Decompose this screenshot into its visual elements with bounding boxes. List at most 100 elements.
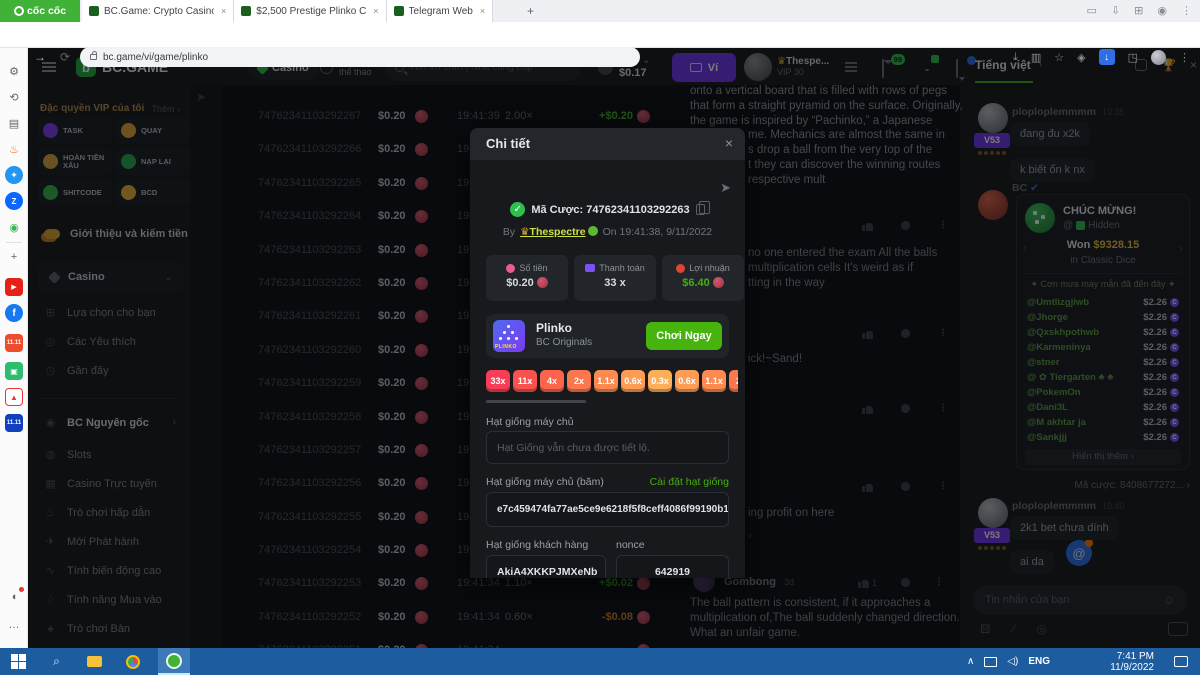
- new-tab-button[interactable]: +: [527, 4, 534, 18]
- menu-icon[interactable]: ⋮: [1181, 4, 1192, 17]
- bookmark-star-icon[interactable]: ☆: [1054, 51, 1064, 64]
- payout-label: Thanh toán: [599, 263, 645, 273]
- shopee-icon[interactable]: 11.11: [5, 334, 23, 352]
- volume-icon[interactable]: ◁): [1007, 656, 1018, 667]
- browser-tabbar: cốc cốc BC.Game: Crypto Casino Gan × $2,…: [0, 0, 1200, 22]
- multiplier-chip: 0.3x: [648, 370, 672, 392]
- rail-more-icon[interactable]: …: [5, 616, 23, 634]
- trx-coin-icon: [713, 277, 724, 288]
- multiplier-chip: 33x: [486, 370, 510, 392]
- nonce-label: nonce: [616, 539, 645, 551]
- profit-label: Lợi nhuận: [689, 263, 729, 273]
- amount-icon: [506, 264, 515, 273]
- nonce-field[interactable]: 642919: [616, 555, 729, 578]
- history-icon[interactable]: ⟲: [5, 88, 23, 106]
- stat-card-profit: Lợi nhuận $6.40: [662, 255, 744, 301]
- plinko-game-icon[interactable]: PLINKO: [493, 320, 525, 352]
- profit-value: $6.40: [682, 277, 710, 289]
- tab-close-icon[interactable]: ×: [221, 6, 226, 16]
- profile-icon[interactable]: ◉: [1157, 4, 1167, 17]
- bet-id-label: Mã Cược:: [531, 204, 583, 216]
- shield-icon[interactable]: ◈: [1077, 51, 1085, 64]
- strip-scrollbar[interactable]: [486, 400, 586, 403]
- file-explorer-icon[interactable]: [86, 653, 103, 670]
- trx-coin-icon: [537, 277, 548, 288]
- reading-list-icon[interactable]: ▤: [5, 114, 23, 132]
- seed-settings-link[interactable]: Cài đặt hạt giống: [650, 476, 729, 488]
- sale-1111-icon[interactable]: 11.11: [5, 414, 23, 432]
- tray-date: 11/9/2022: [1110, 662, 1154, 673]
- input-language[interactable]: ENG: [1028, 656, 1050, 667]
- modal-header: Chi tiết ×: [470, 128, 745, 160]
- network-icon[interactable]: [984, 657, 997, 667]
- notifications-bell-icon[interactable]: ◖: [5, 588, 23, 606]
- downloader-icon[interactable]: ↓: [1099, 49, 1115, 65]
- tab-close-icon[interactable]: ×: [480, 6, 485, 16]
- addressbar-icons: ⤓ ▥ ☆ ◈ ↓ ◳ ⋮: [1013, 49, 1190, 65]
- screen: cốc cốc BC.Game: Crypto Casino Gan × $2,…: [0, 0, 1200, 675]
- save-icon[interactable]: ⤓: [1013, 51, 1018, 64]
- download-icon[interactable]: ⇩: [1111, 4, 1120, 17]
- add-shortcut-icon[interactable]: +: [5, 248, 23, 266]
- client-seed-label: Hạt giống khách hàng: [486, 539, 588, 551]
- browser-tab[interactable]: $2,500 Prestige Plinko Challe ×: [234, 0, 386, 22]
- messenger-icon[interactable]: ✦: [5, 166, 23, 184]
- hat-app-icon[interactable]: ▲: [5, 388, 23, 406]
- share-icon[interactable]: ➤: [720, 180, 731, 196]
- server-seed-hash-label: Hạt giống máy chủ (băm): [486, 476, 604, 488]
- coccoc-brand-logo[interactable]: cốc cốc: [0, 0, 80, 22]
- tab-favicon: [89, 6, 99, 16]
- reload-icon[interactable]: ⟳: [60, 50, 70, 64]
- payout-icon: [585, 264, 595, 272]
- brand-label: cốc cốc: [27, 5, 66, 17]
- game-name: Plinko: [536, 321, 572, 335]
- panel-icon[interactable]: ▭: [1087, 4, 1097, 17]
- server-seed-hash-field[interactable]: e7c459474fa77ae5ce9e6218f5f8ceff4086f991…: [486, 492, 729, 527]
- modal-title: Chi tiết: [486, 136, 530, 151]
- taskbar-search-icon[interactable]: ⌕: [48, 653, 65, 670]
- clock[interactable]: 7:41 PM 11/9/2022: [1110, 648, 1154, 675]
- server-seed-field[interactable]: Hạt Giống vẫn chưa được tiết lộ.: [486, 431, 729, 464]
- bet-author-row: By ♛Thespectre On 19:41:38, 9/11/2022: [470, 226, 745, 238]
- browser-tab[interactable]: Telegram Web ×: [387, 0, 494, 22]
- extensions-icon[interactable]: ◳: [1128, 51, 1138, 64]
- tab-close-icon[interactable]: ×: [373, 6, 378, 16]
- forward-icon[interactable]: →: [34, 50, 46, 64]
- hot-trend-icon[interactable]: ♨: [5, 140, 23, 158]
- reader-icon[interactable]: ▥: [1031, 51, 1041, 64]
- browser-profile-avatar[interactable]: [1151, 50, 1166, 65]
- browser-tab[interactable]: BC.Game: Crypto Casino Gan ×: [82, 0, 234, 22]
- action-center-icon[interactable]: [1174, 648, 1188, 675]
- multiplier-strip[interactable]: 33x 11x 4x 2x 1.1x 0.6x 0.3x 0.6x 1.1x 2…: [486, 370, 738, 392]
- tray-chevron-icon[interactable]: ∧: [967, 656, 974, 667]
- browser-menu-icon[interactable]: ⋮: [1179, 51, 1190, 64]
- lock-icon: [90, 54, 97, 60]
- amount-value: $0.20: [506, 277, 534, 289]
- green-app-icon[interactable]: ▣: [5, 362, 23, 380]
- facebook-icon[interactable]: f: [5, 304, 23, 322]
- bet-datetime: On 19:41:38, 9/11/2022: [603, 226, 713, 238]
- tray-time: 7:41 PM: [1117, 651, 1154, 662]
- windows-taskbar: ⌕ ∧ ◁) ENG 7:41 PM 11/9/2022: [0, 648, 1200, 675]
- url-field[interactable]: bc.game/vi/game/plinko: [80, 47, 640, 67]
- coccoc-taskbar-active[interactable]: [158, 648, 190, 675]
- gamepad-icon[interactable]: ◉: [5, 218, 23, 236]
- zalo-icon[interactable]: Z: [5, 192, 23, 210]
- bet-author-link[interactable]: ♛Thespectre: [520, 226, 597, 238]
- tab-favicon: [241, 6, 251, 16]
- client-seed-field[interactable]: AkiA4XKKPJMXeNb: [486, 555, 606, 578]
- copy-icon[interactable]: [696, 204, 705, 215]
- modal-close-icon[interactable]: ×: [725, 135, 733, 151]
- tab-favicon: [394, 6, 404, 16]
- apps-grid-icon[interactable]: ⊞: [1134, 4, 1143, 17]
- youtube-icon[interactable]: ▶: [5, 278, 23, 296]
- play-now-button[interactable]: Chơi Ngay: [646, 322, 722, 350]
- start-button[interactable]: [10, 653, 27, 670]
- multiplier-chip: 0.6x: [621, 370, 645, 392]
- chrome-icon[interactable]: [124, 653, 141, 670]
- bet-id-row: ✓ Mã Cược: 74762341103292263: [470, 202, 745, 217]
- rail-divider: [6, 242, 22, 243]
- coccoc-logo-icon: [14, 6, 24, 16]
- settings-gear-icon[interactable]: ⚙: [5, 62, 23, 80]
- multiplier-chip: 4x: [540, 370, 564, 392]
